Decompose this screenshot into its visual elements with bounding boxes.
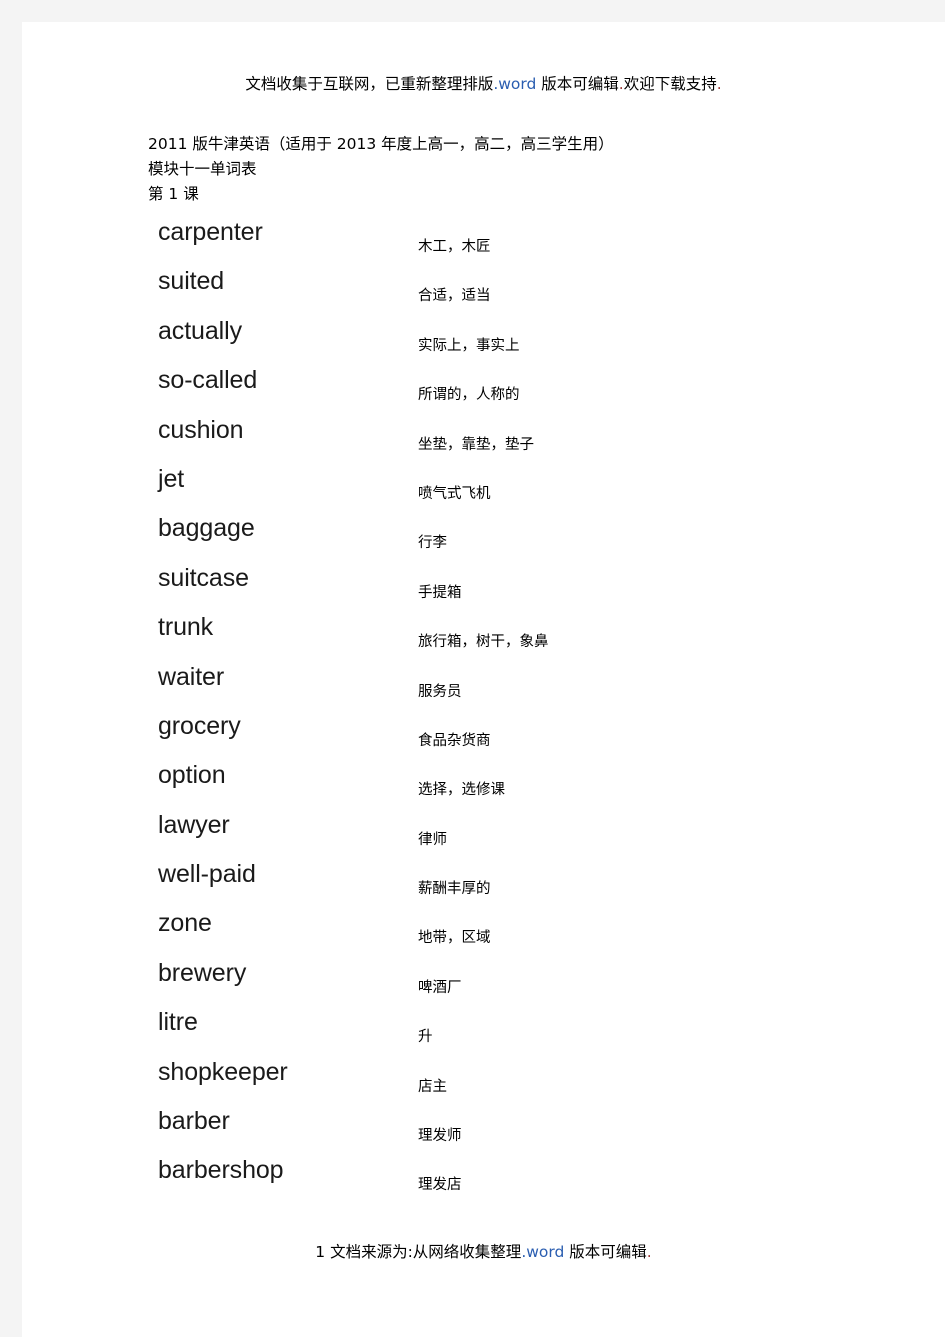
- vocabulary-gloss: 律师: [418, 831, 447, 848]
- footer-page-number: 1: [315, 1243, 326, 1261]
- vocabulary-term: trunk: [158, 613, 214, 642]
- header-punct-2: .: [716, 75, 722, 93]
- vocabulary-row: actually 实际上，事实上: [22, 309, 945, 358]
- vocabulary-gloss: 木工，木匠: [418, 239, 491, 255]
- header-word-link[interactable]: .word: [493, 75, 536, 93]
- vocabulary-term: jet: [158, 464, 185, 493]
- vocabulary-row: option 选择，选修课: [22, 753, 945, 802]
- vocabulary-row: carpenter 木工，木匠: [22, 210, 945, 259]
- vocabulary-term: brewery: [158, 958, 247, 987]
- vocabulary-term: cushion: [158, 415, 244, 444]
- vocabulary-list: carpenter 木工，木匠 suited 合适，适当 actually 实际上，事…: [22, 210, 945, 1198]
- vocabulary-gloss: 服务员: [418, 683, 462, 700]
- vocabulary-term: suitcase: [158, 563, 249, 592]
- vocabulary-gloss: 实际上，事实上: [418, 337, 520, 354]
- vocabulary-row: lawyer 律师: [22, 803, 945, 852]
- vocabulary-row: litre 升: [22, 1000, 945, 1049]
- vocabulary-gloss: 旅行箱，树干，象鼻: [418, 634, 549, 651]
- vocabulary-row: cushion 坐垫，靠垫，垫子: [22, 408, 945, 457]
- vocabulary-gloss: 合适，适当: [418, 288, 491, 305]
- header-text-mid: 版本可编辑: [536, 75, 619, 93]
- vocabulary-row: barbershop 理发店: [22, 1148, 945, 1197]
- vocabulary-gloss: 理发店: [418, 1177, 462, 1194]
- vocabulary-gloss: 手提箱: [418, 584, 462, 601]
- vocabulary-gloss: 理发师: [418, 1128, 462, 1145]
- vocabulary-gloss: 行李: [418, 535, 447, 552]
- vocabulary-term: grocery: [158, 711, 241, 740]
- footer-text-lead: 文档来源为:从网络收集整理: [325, 1243, 522, 1261]
- vocabulary-row: trunk 旅行箱，树干，象鼻: [22, 605, 945, 654]
- vocabulary-term: option: [158, 761, 226, 790]
- vocabulary-row: suited 合适，适当: [22, 259, 945, 308]
- vocabulary-term: lawyer: [158, 810, 230, 839]
- vocabulary-gloss: 食品杂货商: [418, 732, 491, 749]
- document-page: 文档收集于互联网，已重新整理排版.word 版本可编辑.欢迎下载支持. 2011…: [22, 22, 945, 1337]
- vocabulary-row: grocery 食品杂货商: [22, 704, 945, 753]
- vocabulary-row: jet 喷气式飞机: [22, 457, 945, 506]
- title-line-module: 模块十一单词表: [148, 160, 257, 178]
- vocabulary-gloss: 升: [418, 1029, 433, 1046]
- vocabulary-gloss: 所谓的，人称的: [418, 387, 520, 404]
- vocabulary-gloss: 坐垫，靠垫，垫子: [418, 436, 534, 453]
- footer-word-link[interactable]: .word: [521, 1243, 564, 1261]
- footer-punct: .: [646, 1243, 652, 1261]
- vocabulary-gloss: 啤酒厂: [418, 979, 462, 996]
- vocabulary-term: so-called: [158, 366, 258, 395]
- vocabulary-gloss: 地带，区域: [418, 930, 491, 947]
- vocabulary-term: carpenter: [158, 218, 263, 246]
- footer-text-tail: 版本可编辑: [564, 1243, 647, 1261]
- vocabulary-gloss: 喷气式飞机: [418, 485, 491, 502]
- vocabulary-row: brewery 啤酒厂: [22, 951, 945, 1000]
- vocabulary-term: well-paid: [158, 860, 256, 889]
- title-line-edition: 2011 版牛津英语（适用于 2013 年度上高一，高二，高三学生用）: [148, 135, 614, 153]
- header-text-lead: 文档收集于互联网，已重新整理排版: [245, 75, 494, 93]
- vocabulary-gloss: 选择，选修课: [418, 782, 505, 799]
- document-title-block: 2011 版牛津英语（适用于 2013 年度上高一，高二，高三学生用） 模块十一…: [148, 132, 614, 207]
- vocabulary-term: baggage: [158, 514, 255, 543]
- header-text-tail: 欢迎下载支持: [623, 75, 717, 93]
- vocabulary-gloss: 店主: [418, 1078, 447, 1095]
- vocabulary-row: zone 地带，区域: [22, 901, 945, 950]
- vocabulary-gloss: 薪酬丰厚的: [418, 881, 491, 898]
- vocabulary-row: so-called 所谓的，人称的: [22, 358, 945, 407]
- vocabulary-term: litre: [158, 1008, 198, 1037]
- vocabulary-term: suited: [158, 267, 225, 296]
- vocabulary-row: waiter 服务员: [22, 655, 945, 704]
- vocabulary-row: well-paid 薪酬丰厚的: [22, 852, 945, 901]
- vocabulary-term: barber: [158, 1107, 230, 1136]
- vocabulary-term: barbershop: [158, 1156, 284, 1185]
- vocabulary-row: shopkeeper 店主: [22, 1050, 945, 1099]
- running-header: 文档收集于互联网，已重新整理排版.word 版本可编辑.欢迎下载支持.: [22, 72, 945, 94]
- vocabulary-row: barber 理发师: [22, 1099, 945, 1148]
- vocabulary-term: shopkeeper: [158, 1057, 288, 1086]
- vocabulary-term: zone: [158, 909, 212, 938]
- title-line-lesson: 第 1 课: [148, 185, 199, 203]
- vocabulary-row: suitcase 手提箱: [22, 556, 945, 605]
- running-footer: 1 文档来源为:从网络收集整理.word 版本可编辑.: [22, 1240, 945, 1262]
- vocabulary-term: waiter: [158, 662, 225, 691]
- vocabulary-term: actually: [158, 316, 242, 345]
- vocabulary-row: baggage 行李: [22, 506, 945, 555]
